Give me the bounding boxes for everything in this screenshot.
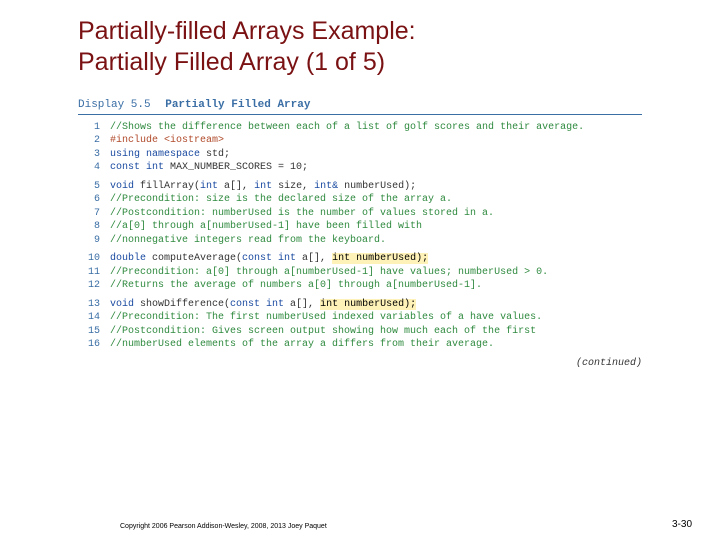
title-line-2: Partially Filled Array (1 of 5) [78, 48, 385, 76]
code-line: 4const int MAX_NUMBER_SCORES = 10; [78, 161, 642, 175]
slide-title: Partially-filled Arrays Example: Partial… [78, 16, 720, 79]
code-line: 3using namespace std; [78, 148, 642, 162]
highlight: int numberUsed); [332, 253, 428, 264]
continued-label: (continued) [78, 358, 642, 369]
code-line: 7//Postcondition: numberUsed is the numb… [78, 207, 642, 221]
code-line: 11//Precondition: a[0] through a[numberU… [78, 266, 642, 280]
code-line: 2#include <iostream> [78, 134, 642, 148]
code-display: Display 5.5 Partially Filled Array 1//Sh… [78, 99, 642, 369]
code-line: 10double computeAverage(const int a[], i… [78, 252, 642, 266]
display-header: Display 5.5 Partially Filled Array [78, 99, 642, 115]
code-line: 8//a[0] through a[numberUsed-1] have bee… [78, 220, 642, 234]
code-line: 6//Precondition: size is the declared si… [78, 193, 642, 207]
code-line: 14//Precondition: The first numberUsed i… [78, 311, 642, 325]
page-number: 3-30 [672, 519, 692, 530]
display-title: Partially Filled Array [165, 99, 310, 111]
footer: Copyright 2006 Pearson Addison-Wesley, 2… [0, 523, 720, 530]
code-block: 1//Shows the difference between each of … [78, 121, 642, 352]
code-line: 12//Returns the average of numbers a[0] … [78, 279, 642, 293]
copyright-text: Copyright 2006 Pearson Addison-Wesley, 2… [120, 523, 720, 530]
code-line: 9//nonnegative integers read from the ke… [78, 234, 642, 248]
code-line: 13void showDifference(const int a[], int… [78, 298, 642, 312]
title-line-1: Partially-filled Arrays Example: [78, 17, 416, 45]
code-line: 16//numberUsed elements of the array a d… [78, 338, 642, 352]
code-line: 1//Shows the difference between each of … [78, 121, 642, 135]
code-line: 15//Postcondition: Gives screen output s… [78, 325, 642, 339]
display-label: Display 5.5 [78, 99, 151, 111]
highlight: int numberUsed); [320, 299, 416, 310]
code-line: 5void fillArray(int a[], int size, int& … [78, 180, 642, 194]
